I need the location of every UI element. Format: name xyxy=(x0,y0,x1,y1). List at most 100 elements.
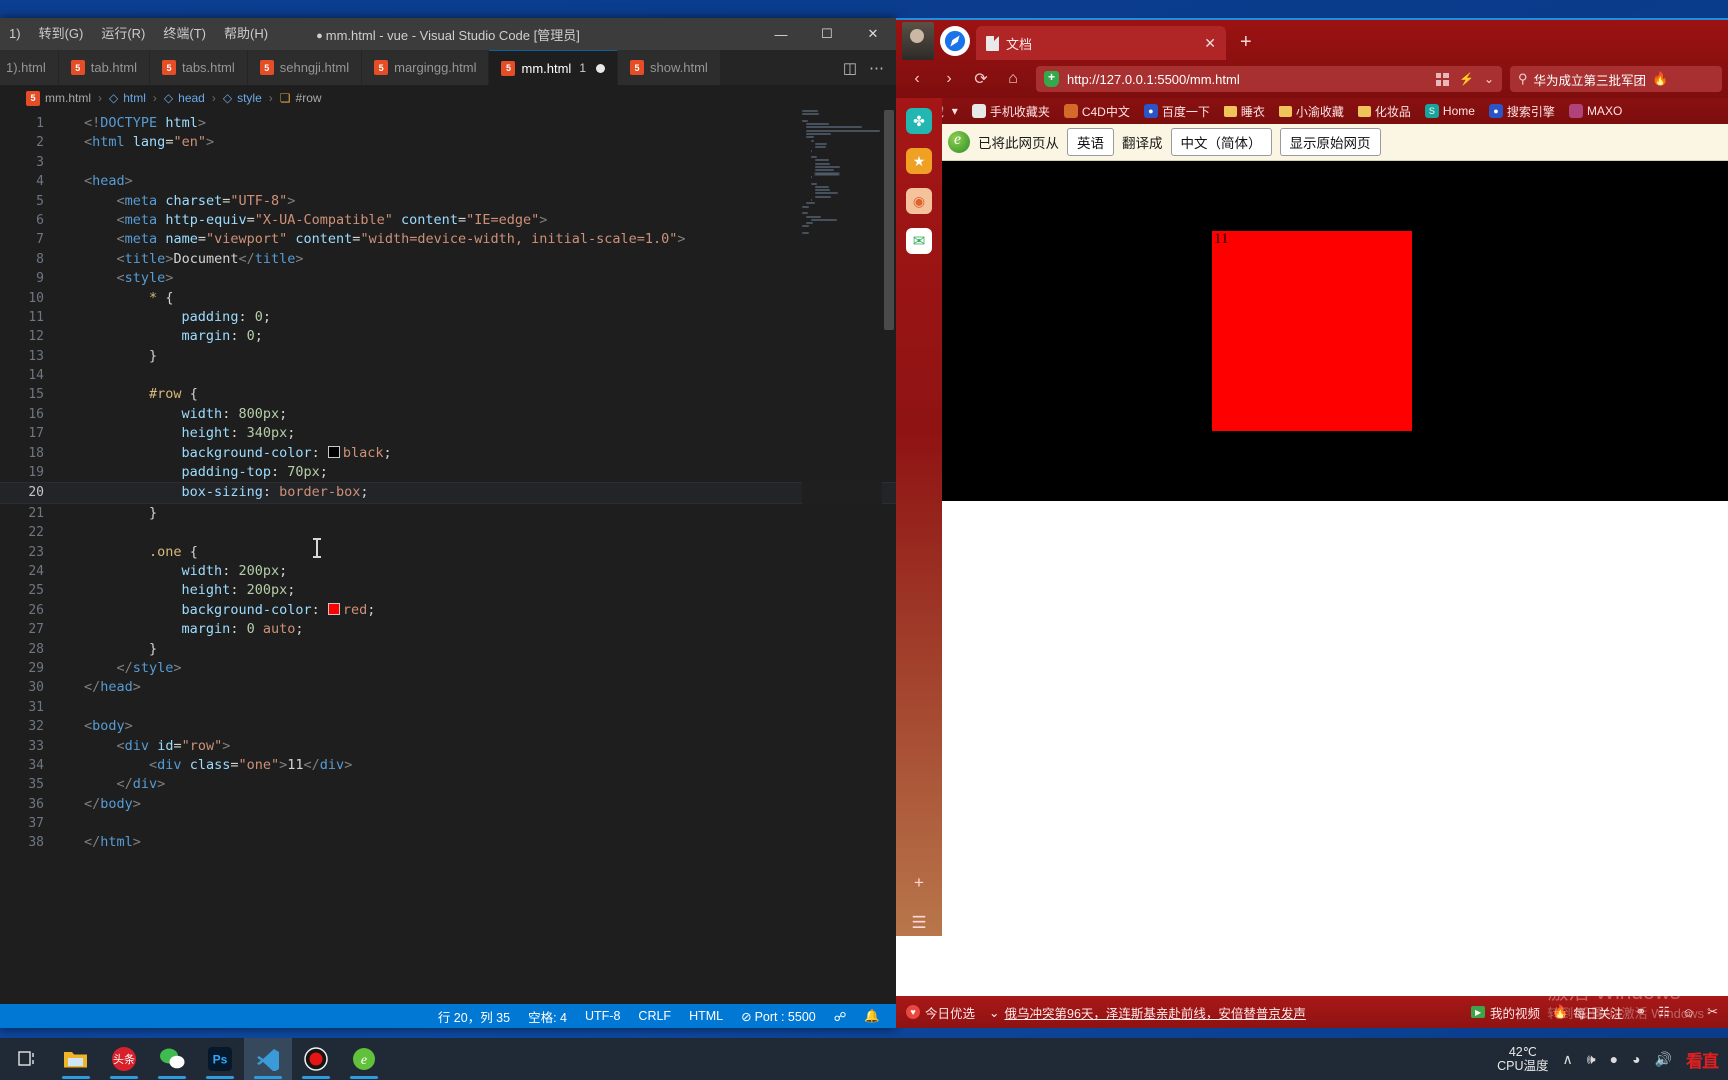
windows-taskbar[interactable]: 头条 Ps e 42℃ CPU温度 ∧ 🕪 ● ◕ 🔊 看直 xyxy=(0,1038,1728,1080)
cpu-temperature[interactable]: 42℃ CPU温度 xyxy=(1497,1045,1548,1074)
browser-button[interactable]: e xyxy=(340,1038,388,1080)
code-text[interactable]: background-color: black; xyxy=(60,444,896,463)
code-line[interactable]: 20 box-sizing: border-box; xyxy=(0,482,896,504)
more-actions-icon[interactable]: ⋯ xyxy=(869,59,884,77)
code-text[interactable]: } xyxy=(60,347,896,366)
split-editor-icon[interactable]: ◫ xyxy=(843,59,857,77)
lightning-icon[interactable]: ⚡ xyxy=(1459,72,1474,86)
chevron-down-icon[interactable]: ▾ xyxy=(952,104,958,118)
target-language-button[interactable]: 中文（简体） xyxy=(1170,128,1272,156)
code-text[interactable]: <title>Document</title> xyxy=(60,250,896,269)
code-line[interactable]: 6 <meta http-equiv="X-UA-Compatible" con… xyxy=(0,211,896,230)
code-line[interactable]: 19 padding-top: 70px; xyxy=(0,463,896,482)
code-text[interactable]: padding-top: 70px; xyxy=(60,463,896,482)
code-text[interactable]: <meta charset="UTF-8"> xyxy=(60,192,896,211)
code-line[interactable]: 5 <meta charset="UTF-8"> xyxy=(0,192,896,211)
show-original-button[interactable]: 显示原始网页 xyxy=(1279,128,1381,156)
avatar[interactable] xyxy=(902,22,934,60)
unsaved-dot-icon[interactable] xyxy=(596,63,606,73)
browser-navbar[interactable]: ‹ › ⟳ ⌂ http://127.0.0.1:5500/mm.html ⚡ … xyxy=(896,60,1728,98)
code-text[interactable]: #row { xyxy=(60,385,896,404)
file-explorer-button[interactable] xyxy=(52,1038,100,1080)
code-line[interactable]: 27 margin: 0 auto; xyxy=(0,620,896,639)
code-line[interactable]: 4 <head> xyxy=(0,172,896,191)
code-content[interactable]: 1 <!DOCTYPE html> 2 <html lang="en"> 3 4 <head… xyxy=(0,110,896,1004)
window-controls[interactable]: — ☐ ✕ xyxy=(758,18,896,50)
code-line[interactable]: 3 xyxy=(0,153,896,172)
sidebar-mail-icon[interactable]: ✉ xyxy=(906,228,932,254)
scissors-icon[interactable]: ✂ xyxy=(1707,1004,1718,1020)
language-mode[interactable]: HTML xyxy=(689,1009,723,1023)
code-line[interactable]: 1 <!DOCTYPE html> xyxy=(0,114,896,133)
vscode-statusbar[interactable]: 行 20，列 35 空格: 4 UTF-8 CRLF HTML ⊘ Port : … xyxy=(0,1004,896,1028)
bookmarks-bar[interactable]: ★收藏▾手机收藏夹C4D中文●百度一下睡衣小渝收藏化妆品SHome●搜索引擎MA… xyxy=(896,98,1728,124)
code-text[interactable]: <html lang="en"> xyxy=(60,133,896,152)
code-line[interactable]: 37 xyxy=(0,814,896,833)
bookmark-睡衣[interactable]: 睡衣 xyxy=(1217,103,1272,120)
code-line[interactable]: 36 </body> xyxy=(0,795,896,814)
editor-tab-tabs-html[interactable]: 5 tabs.html xyxy=(149,50,248,85)
address-bar[interactable]: http://127.0.0.1:5500/mm.html ⚡ ⌄ xyxy=(1036,66,1502,92)
browser-tabbar[interactable]: 文档 ✕ + xyxy=(896,20,1728,60)
code-line[interactable]: 2 <html lang="en"> xyxy=(0,133,896,152)
close-icon[interactable]: ✕ xyxy=(1204,35,1216,52)
bookmark-C4D中文[interactable]: C4D中文 xyxy=(1057,103,1137,120)
editor-scrollbar[interactable] xyxy=(882,110,896,1004)
code-line[interactable]: 25 height: 200px; xyxy=(0,581,896,600)
breadcrumb-item-row[interactable]: #row xyxy=(296,91,322,105)
code-line[interactable]: 11 padding: 0; xyxy=(0,308,896,327)
shield-icon[interactable]: ⚭ xyxy=(1635,1004,1646,1020)
browser-sidebar[interactable]: ✤ ★ ◉ ✉ + ☰ xyxy=(896,98,942,936)
bookmark-百度一下[interactable]: ● 百度一下 xyxy=(1137,103,1217,120)
code-line[interactable]: 18 background-color: black; xyxy=(0,444,896,463)
vscode-tabbar[interactable]: 1).html 5 tab.html 5 tabs.html 5 sehngji.html 5… xyxy=(0,50,896,86)
wifi-icon[interactable]: ◕ xyxy=(1632,1051,1640,1067)
code-text[interactable]: </style> xyxy=(60,659,896,678)
ticker-right-group[interactable]: ▶ 我的视频 🔥 每日关注 ⚭ ☷ ☺ ✂ xyxy=(1471,1003,1718,1022)
menu-item-0[interactable]: 1) xyxy=(0,18,30,50)
vscode-menubar[interactable]: 1) 转到(G) 运行(R) 终端(T) 帮助(H) xyxy=(0,18,277,50)
code-line[interactable]: 28 } xyxy=(0,640,896,659)
code-line[interactable]: 14 xyxy=(0,366,896,385)
toutiao-button[interactable]: 头条 xyxy=(100,1038,148,1080)
code-line[interactable]: 31 xyxy=(0,698,896,717)
image-icon[interactable]: ☷ xyxy=(1658,1004,1670,1020)
chevron-up-icon[interactable]: ∧ xyxy=(1563,1051,1573,1068)
news-ticker[interactable]: ♥ 今日优选 ⌄ 俄乌冲突第96天，泽连斯基亲赴前线，安倍替普京发声 ▶ 我的视… xyxy=(896,996,1728,1028)
code-line[interactable]: 24 width: 200px; xyxy=(0,562,896,581)
tray-red-label[interactable]: 看直 xyxy=(1686,1047,1719,1072)
breadcrumb-item-style[interactable]: style xyxy=(237,91,262,105)
code-line[interactable]: 8 <title>Document</title> xyxy=(0,250,896,269)
code-text[interactable]: padding: 0; xyxy=(60,308,896,327)
code-text[interactable]: <div class="one">11</div> xyxy=(60,756,896,775)
back-button[interactable]: ‹ xyxy=(902,64,932,94)
code-text[interactable]: <meta name="viewport" content="width=dev… xyxy=(60,230,896,249)
code-text[interactable]: * { xyxy=(60,289,896,308)
microphone-icon[interactable]: 🕪 xyxy=(1587,1051,1596,1068)
code-line[interactable]: 30 </head> xyxy=(0,678,896,697)
bookmark-MAXO[interactable]: MAXO xyxy=(1562,104,1629,118)
chevron-down-icon[interactable]: ⌄ xyxy=(1484,72,1494,86)
sidebar-clover-icon[interactable]: ✤ xyxy=(906,108,932,134)
editor-area[interactable]: 1 <!DOCTYPE html> 2 <html lang="en"> 3 4 <head… xyxy=(0,110,896,1004)
code-line[interactable]: 10 * { xyxy=(0,289,896,308)
shield-icon[interactable] xyxy=(1044,70,1059,87)
editor-tab-tab-html[interactable]: 5 tab.html xyxy=(58,50,150,85)
statusbar-right-group[interactable]: 行 20，列 35 空格: 4 UTF-8 CRLF HTML ⊘ Port : … xyxy=(438,1007,888,1026)
code-text[interactable]: box-sizing: border-box; xyxy=(60,483,896,502)
code-line[interactable]: 15 #row { xyxy=(0,385,896,404)
code-line[interactable]: 12 margin: 0; xyxy=(0,327,896,346)
new-tab-button[interactable]: + xyxy=(1240,31,1252,54)
code-line[interactable]: 21 } xyxy=(0,504,896,523)
scrollbar-thumb[interactable] xyxy=(884,110,894,330)
forward-button[interactable]: › xyxy=(934,64,964,94)
code-text[interactable]: </html> xyxy=(60,833,896,852)
code-line[interactable]: 26 background-color: red; xyxy=(0,601,896,620)
code-line[interactable]: 32 <body> xyxy=(0,717,896,736)
address-bar-actions[interactable]: ⚡ ⌄ xyxy=(1435,72,1494,86)
app-tray-icon[interactable]: ● xyxy=(1610,1051,1618,1067)
code-text[interactable]: <!DOCTYPE html> xyxy=(60,114,896,133)
bookmark-手机收藏夹[interactable]: 手机收藏夹 xyxy=(965,103,1057,120)
code-text[interactable]: <div id="row"> xyxy=(60,737,896,756)
code-text[interactable]: margin: 0; xyxy=(60,327,896,346)
